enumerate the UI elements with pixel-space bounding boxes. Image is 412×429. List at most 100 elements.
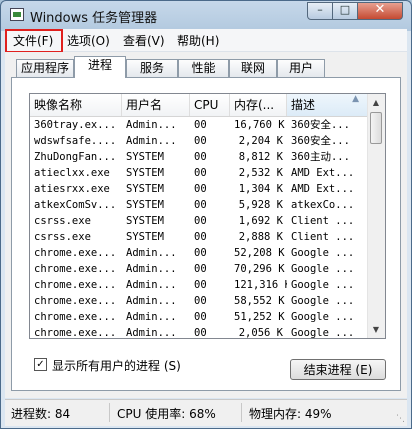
cell-user-name: Admin... [126, 263, 177, 275]
table-row[interactable]: chrome.exe... Admin... 00 52,208 K Google ..… [30, 245, 370, 261]
cell-image-name: chrome.exe... [34, 263, 117, 275]
process-list[interactable]: 映像名称 用户名 CPU 内存(... 描述 ▲ 360tray.ex... Ad… [29, 93, 386, 339]
cell-cpu: 00 [194, 327, 207, 339]
task-manager-icon [10, 8, 24, 21]
cell-image-name: chrome.exe... [34, 279, 117, 291]
end-process-button[interactable]: 结束进程 (E) [290, 359, 386, 380]
cell-cpu: 00 [194, 167, 207, 179]
sort-up-icon: ▲ [352, 94, 359, 104]
cell-cpu: 00 [194, 151, 207, 163]
cell-memory: 16,760 K [234, 119, 285, 131]
cell-user-name: Admin... [126, 327, 177, 339]
vertical-scrollbar[interactable]: ▲ ▼ [367, 94, 385, 338]
cell-cpu: 00 [194, 215, 207, 227]
table-row[interactable]: csrss.exe SYSTEM 00 1,692 K Client ... [30, 213, 370, 229]
table-row[interactable]: atkexComSv... SYSTEM 00 5,928 K atkexCo... [30, 197, 370, 213]
scroll-down-icon[interactable]: ▼ [368, 321, 384, 338]
table-row[interactable]: csrss.exe SYSTEM 00 2,888 K Client ... [30, 229, 370, 245]
cell-image-name: atkexComSv... [34, 199, 117, 211]
table-row[interactable]: 360tray.ex... Admin... 00 16,760 K 360安全... [30, 117, 370, 133]
minimize-button[interactable]: – [307, 2, 333, 20]
tab-processes[interactable]: 进程 [74, 56, 126, 78]
physical-memory: 物理内存: 49% [249, 407, 332, 421]
scroll-up-icon[interactable]: ▲ [368, 94, 384, 111]
cell-image-name: chrome.exe... [34, 247, 117, 259]
cell-cpu: 00 [194, 295, 207, 307]
cell-user-name: SYSTEM [126, 167, 164, 179]
tab-applications[interactable]: 应用程序 [16, 59, 74, 77]
cell-memory: 121,316 K [234, 279, 287, 291]
column-image-name[interactable]: 映像名称 [30, 94, 122, 116]
cell-description: Google ... [291, 279, 355, 291]
cell-memory: 2,888 K [238, 231, 283, 243]
table-row[interactable]: chrome.exe... Admin... 00 2,056 K Google ... [30, 325, 370, 339]
cell-description: Client ... [291, 215, 355, 227]
table-row[interactable]: chrome.exe... Admin... 00 70,296 K Google ..… [30, 261, 370, 277]
task-manager-window: Windows 任务管理器 – □ ✕ 文件(F) 选项(O) 查看(V) 帮助… [0, 0, 412, 429]
table-row[interactable]: chrome.exe... Admin... 00 121,316 K Google .… [30, 277, 370, 293]
cell-memory: 8,812 K [238, 151, 283, 163]
cell-description: 360安全... [291, 119, 350, 131]
cell-user-name: Admin... [126, 247, 177, 259]
cell-memory: 2,204 K [238, 135, 283, 147]
tab-networking[interactable]: 联网 [229, 59, 277, 77]
highlight-box [5, 29, 63, 53]
cell-memory: 51,252 K [234, 311, 285, 323]
cell-image-name: chrome.exe... [34, 295, 117, 307]
table-row[interactable]: chrome.exe... Admin... 00 51,252 K Google ..… [30, 309, 370, 325]
cell-memory: 70,296 K [234, 263, 285, 275]
cell-memory: 2,056 K [238, 327, 283, 339]
check-icon: ✓ [36, 359, 45, 370]
cell-description: Google ... [291, 311, 355, 323]
cell-cpu: 00 [194, 183, 207, 195]
tab-users[interactable]: 用户 [277, 59, 325, 77]
show-all-processes-checkbox[interactable]: ✓ [34, 358, 47, 371]
status-bar: 进程数: 84 CPU 使用率: 68% 物理内存: 49% ⋱ [5, 399, 407, 426]
title-bar: Windows 任务管理器 – □ ✕ [1, 1, 411, 29]
table-row[interactable]: wdswfsafe.... Admin... 00 2,204 K 360安全... [30, 133, 370, 149]
resize-grip-icon[interactable]: ⋱ [396, 414, 405, 424]
cell-description: AMD Ext... [291, 167, 355, 179]
cell-description: Google ... [291, 327, 355, 339]
show-all-processes-label: 显示所有用户的进程 (S) [52, 359, 181, 373]
table-row[interactable]: atieclxx.exe SYSTEM 00 2,532 K AMD Ext... [30, 165, 370, 181]
column-description[interactable]: 描述 ▲ [287, 94, 370, 116]
cell-image-name: ZhuDongFan... [34, 151, 117, 163]
window-title: Windows 任务管理器 [30, 11, 158, 26]
column-memory[interactable]: 内存(... [230, 94, 287, 116]
cell-description: 360主动... [291, 151, 350, 163]
menu-view[interactable]: 查看(V) [123, 32, 165, 49]
cell-description: 360安全... [291, 135, 350, 147]
client-area: 应用程序 进程 服务 性能 联网 用户 映像名称 用户名 CPU 内存(... … [5, 52, 407, 398]
cell-user-name: Admin... [126, 135, 177, 147]
cell-user-name: SYSTEM [126, 231, 164, 243]
cell-image-name: csrss.exe [34, 231, 91, 243]
column-user-name[interactable]: 用户名 [122, 94, 190, 116]
status-separator [109, 403, 110, 422]
cell-description: Google ... [291, 263, 355, 275]
cell-user-name: SYSTEM [126, 199, 164, 211]
cell-description: Google ... [291, 295, 355, 307]
cell-user-name: SYSTEM [126, 151, 164, 163]
tab-services[interactable]: 服务 [126, 59, 178, 77]
process-rows: 360tray.ex... Admin... 00 16,760 K 360安全... w… [30, 117, 370, 339]
column-description-label: 描述 [291, 98, 316, 112]
column-cpu[interactable]: CPU [190, 94, 230, 116]
cell-memory: 1,692 K [238, 215, 283, 227]
close-button[interactable]: ✕ [357, 2, 403, 20]
table-row[interactable]: ZhuDongFan... SYSTEM 00 8,812 K 360主动... [30, 149, 370, 165]
menu-options[interactable]: 选项(O) [67, 32, 110, 49]
table-row[interactable]: atiesrxx.exe SYSTEM 00 1,304 K AMD Ext... [30, 181, 370, 197]
cell-memory: 1,304 K [238, 183, 283, 195]
maximize-button[interactable]: □ [332, 2, 358, 20]
scroll-thumb[interactable] [370, 112, 382, 144]
cpu-usage: CPU 使用率: 68% [117, 407, 216, 421]
cell-memory: 2,532 K [238, 167, 283, 179]
menu-help[interactable]: 帮助(H) [177, 32, 219, 49]
table-row[interactable]: chrome.exe... Admin... 00 58,552 K Google ..… [30, 293, 370, 309]
cell-user-name: SYSTEM [126, 183, 164, 195]
process-count: 进程数: 84 [11, 407, 71, 421]
cell-cpu: 00 [194, 311, 207, 323]
tab-performance[interactable]: 性能 [178, 59, 229, 77]
cell-cpu: 00 [194, 247, 207, 259]
